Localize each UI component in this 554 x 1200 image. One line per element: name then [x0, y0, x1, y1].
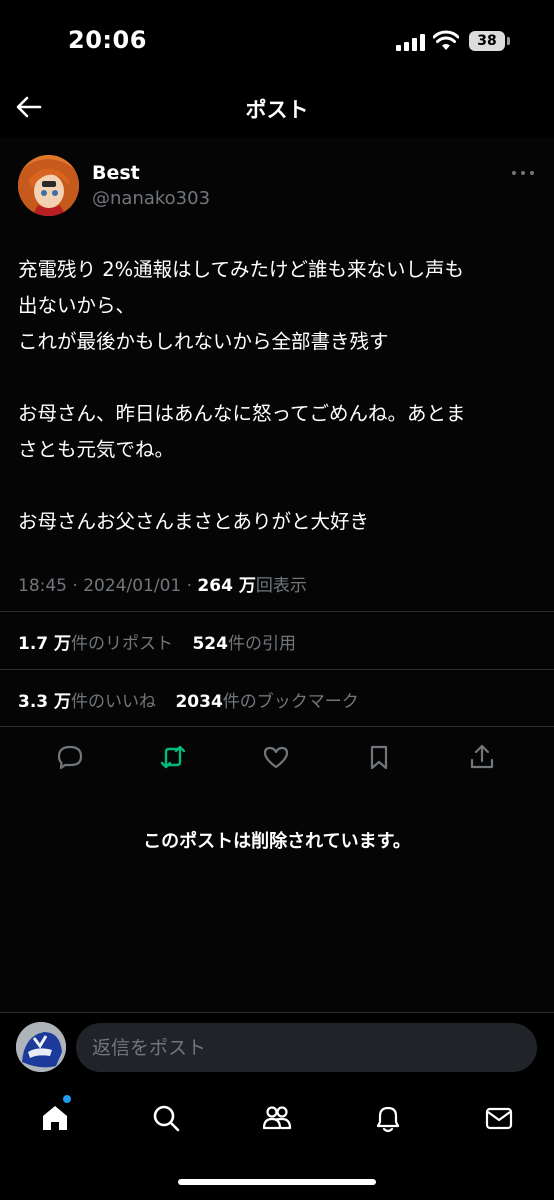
engagement-stats-row-1: 1.7 万件のリポスト 524件の引用 — [18, 629, 310, 654]
likes-label: 件のいいね — [71, 692, 157, 712]
nav-home[interactable] — [38, 1101, 72, 1135]
post-text-line: これが最後かもしれないから全部書き残す — [18, 330, 389, 353]
views-count: 264 万 — [197, 576, 256, 596]
post-meta: 18:45 · 2024/01/01 · 264 万回表示 — [18, 576, 307, 596]
quotes-stat[interactable]: 524件の引用 — [192, 634, 296, 654]
likes-count: 3.3 万 — [18, 692, 72, 712]
post-text-line: さとも元気でね。 — [18, 438, 175, 461]
likes-stat[interactable]: 3.3 万件のいいね — [18, 692, 156, 712]
bookmarks-stat[interactable]: 2034件のブックマーク — [175, 692, 358, 712]
battery-indicator: 38 — [469, 31, 505, 51]
user-avatar[interactable] — [16, 1022, 66, 1072]
post-header: ポスト — [0, 80, 554, 138]
repost-icon — [160, 745, 186, 769]
wifi-icon — [433, 30, 459, 50]
nav-notifications[interactable] — [371, 1101, 405, 1135]
post-date: 2024/01/01 — [83, 576, 182, 596]
reposts-label: 件のリポスト — [71, 634, 174, 654]
post-text-line: 出ないから、 — [18, 294, 136, 317]
new-content-dot — [63, 1095, 71, 1103]
notifications-icon — [376, 1106, 400, 1133]
nav-messages[interactable] — [482, 1101, 516, 1135]
reposts-count: 1.7 万 — [18, 634, 72, 654]
search-icon — [153, 1105, 180, 1132]
share-icon — [470, 744, 494, 769]
post-text-line: 充電残り 2%通報はしてみたけど誰も来ないし声も — [18, 258, 465, 281]
views-label: 回表示 — [255, 576, 307, 596]
share-button[interactable] — [466, 741, 498, 773]
repost-button[interactable] — [157, 741, 189, 773]
like-icon — [263, 746, 289, 769]
home-icon — [43, 1106, 67, 1130]
quotes-count: 524 — [192, 634, 228, 654]
battery-nub — [507, 37, 510, 45]
reposts-stat[interactable]: 1.7 万件のリポスト — [18, 634, 173, 654]
bookmarks-label: 件のブックマーク — [222, 692, 359, 712]
quotes-label: 件の引用 — [227, 634, 296, 654]
divider — [0, 726, 554, 727]
bookmarks-count: 2034 — [175, 692, 223, 712]
post-text-line: お母さんお父さんまさとありがと大好き — [18, 510, 370, 533]
author-avatar[interactable] — [18, 155, 79, 216]
page-title: ポスト — [245, 98, 309, 122]
author-handle[interactable]: @nanako303 — [92, 188, 210, 209]
bookmark-icon — [370, 745, 388, 770]
bookmark-button[interactable] — [363, 741, 395, 773]
status-time: 20:06 — [68, 26, 147, 54]
author-display-name[interactable]: Best — [92, 162, 140, 184]
status-bar: 20:06 38 — [0, 0, 554, 80]
nav-search[interactable] — [149, 1101, 183, 1135]
reply-icon — [57, 745, 83, 770]
post-time: 18:45 — [18, 576, 67, 596]
home-indicator — [178, 1179, 376, 1185]
deleted-notice: このポストは削除されています。 — [143, 831, 411, 852]
communities-icon — [262, 1106, 292, 1130]
nav-communities[interactable] — [260, 1101, 294, 1135]
like-button[interactable] — [260, 741, 292, 773]
reply-input[interactable] — [76, 1023, 537, 1072]
post-text-line: お母さん、昨日はあんなに怒ってごめんね。あとま — [18, 402, 466, 425]
post-text: 充電残り 2%通報はしてみたけど誰も来ないし声も 出ないから、 これが最後かもし… — [18, 252, 538, 540]
engagement-stats-row-2: 3.3 万件のいいね 2034件のブックマーク — [18, 687, 373, 712]
signal-icon — [396, 33, 426, 51]
divider — [0, 669, 554, 670]
more-options-icon[interactable] — [508, 163, 538, 183]
messages-icon — [485, 1107, 513, 1130]
reply-button[interactable] — [54, 741, 86, 773]
divider — [0, 611, 554, 612]
